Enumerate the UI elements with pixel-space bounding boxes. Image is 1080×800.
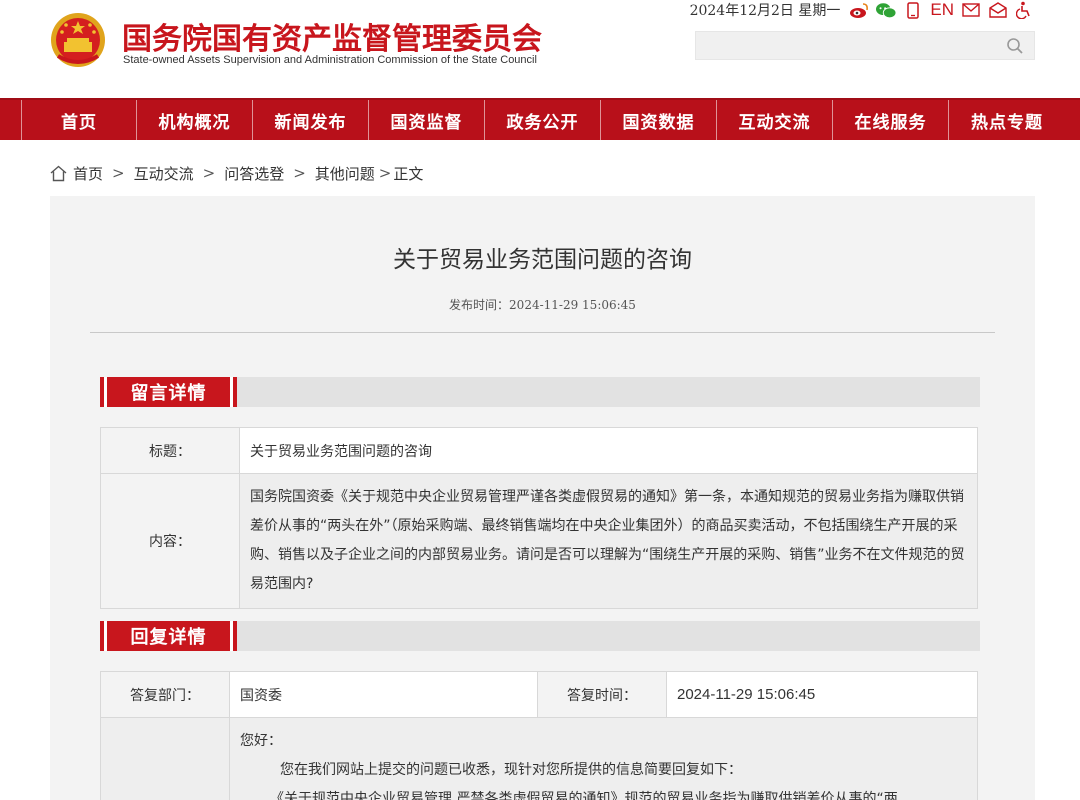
table-row: 标题： 关于贸易业务范围问题的咨询 xyxy=(100,427,978,474)
nav-item-hot-topics[interactable]: 热点专题 xyxy=(949,100,1065,140)
main-nav: 首页 机构概况 新闻发布 国资监督 政务公开 国资数据 互动交流 在线服务 热点… xyxy=(0,98,1080,140)
reply-section-title: 回复详情 xyxy=(100,621,237,651)
search-input[interactable] xyxy=(695,31,1035,60)
message-table: 标题： 关于贸易业务范围问题的咨询 内容： 国务院国资委《关于规范中央企业贸易管… xyxy=(100,427,978,609)
search-icon[interactable] xyxy=(1006,37,1024,55)
breadcrumb-other-questions[interactable]: 其他问题 xyxy=(315,163,375,184)
reply-paragraph-1: 您在我们网站上提交的问题已收悉，现针对您所提供的信息简要回复如下： xyxy=(280,762,742,778)
site-logo-title[interactable]: 国务院国有资产监督管理委员会 xyxy=(122,14,542,58)
mobile-icon[interactable] xyxy=(903,1,923,19)
nav-item-supervision[interactable]: 国资监督 xyxy=(369,100,485,140)
reply-paragraph-2: 《关于规范中央企业贸易管理 严禁各类虚假贸易的通知》规范的贸易业务指为赚取供销差… xyxy=(270,791,898,800)
breadcrumb-home[interactable]: 首页 xyxy=(73,163,103,184)
english-version-link[interactable]: EN xyxy=(930,0,954,20)
reply-time-value: 2024-11-29 15:06:45 xyxy=(666,671,978,718)
publish-time-value: 2024-11-29 15:06:45 xyxy=(509,298,636,312)
message-content-value: 国务院国资委《关于规范中央企业贸易管理严谨各类虚假贸易的通知》第一条，本通知规范… xyxy=(239,473,978,609)
reply-dept-value: 国资委 xyxy=(229,671,538,718)
nav-item-interaction[interactable]: 互动交流 xyxy=(717,100,833,140)
publish-time-label: 发布时间： xyxy=(449,298,510,312)
message-content-label: 内容： xyxy=(100,473,240,609)
accessibility-icon[interactable] xyxy=(1015,1,1035,19)
current-date: 2024年12月2日 星期一 xyxy=(689,3,841,19)
message-icon[interactable] xyxy=(988,1,1008,19)
reply-content-label-cell xyxy=(100,717,230,800)
table-row: 内容： 国务院国资委《关于规范中央企业贸易管理严谨各类虚假贸易的通知》第一条，本… xyxy=(100,473,978,609)
breadcrumb-current: 正文 xyxy=(393,164,424,183)
weibo-icon[interactable] xyxy=(849,1,869,19)
home-icon xyxy=(50,165,67,181)
breadcrumb-separator: > xyxy=(112,164,125,182)
table-row: 答复部门： 国资委 答复时间： 2024-11-29 15:06:45 xyxy=(100,671,978,718)
message-title-value: 关于贸易业务范围问题的咨询 xyxy=(239,427,978,474)
message-section-title: 留言详情 xyxy=(100,377,237,407)
breadcrumb-separator: > xyxy=(293,164,306,182)
top-utility-bar: 2024年12月2日 星期一 EN xyxy=(690,0,1035,20)
nav-item-online-services[interactable]: 在线服务 xyxy=(833,100,949,140)
reply-section-header: 回复详情 xyxy=(100,621,980,651)
mail-icon[interactable] xyxy=(961,1,981,19)
wechat-icon[interactable] xyxy=(876,1,897,19)
national-emblem-icon[interactable] xyxy=(50,12,106,68)
breadcrumb: 首页 > 互动交流 > 问答选登 > 其他问题 > 正文 xyxy=(50,162,423,184)
publish-time: 发布时间：2024-11-29 15:06:45 xyxy=(50,296,1035,313)
reply-content-cell: 您好： 您在我们网站上提交的问题已收悉，现针对您所提供的信息简要回复如下： 《关… xyxy=(229,717,978,800)
nav-item-news[interactable]: 新闻发布 xyxy=(253,100,369,140)
nav-item-organization[interactable]: 机构概况 xyxy=(137,100,253,140)
site-header: 国务院国有资产监督管理委员会 State-owned Assets Superv… xyxy=(0,0,1080,98)
message-section-header: 留言详情 xyxy=(100,377,980,407)
message-title-label: 标题： xyxy=(100,427,240,474)
breadcrumb-separator: > xyxy=(378,164,392,182)
divider xyxy=(90,332,995,333)
article-panel: 关于贸易业务范围问题的咨询 发布时间：2024-11-29 15:06:45 留… xyxy=(50,196,1035,800)
reply-time-label: 答复时间： xyxy=(537,671,667,718)
site-logo-subtitle: State-owned Assets Supervision and Admin… xyxy=(123,54,537,66)
breadcrumb-interaction[interactable]: 互动交流 xyxy=(134,163,194,184)
reply-greeting: 您好： xyxy=(240,733,282,749)
breadcrumb-qa-selection[interactable]: 问答选登 xyxy=(224,163,284,184)
nav-item-data[interactable]: 国资数据 xyxy=(601,100,717,140)
page-title: 关于贸易业务范围问题的咨询 xyxy=(393,247,692,273)
nav-item-home[interactable]: 首页 xyxy=(21,100,137,140)
nav-item-government-affairs[interactable]: 政务公开 xyxy=(485,100,601,140)
reply-table: 答复部门： 国资委 答复时间： 2024-11-29 15:06:45 您好： … xyxy=(100,671,978,800)
reply-dept-label: 答复部门： xyxy=(100,671,230,718)
table-row: 您好： 您在我们网站上提交的问题已收悉，现针对您所提供的信息简要回复如下： 《关… xyxy=(100,717,978,800)
breadcrumb-separator: > xyxy=(202,164,216,182)
